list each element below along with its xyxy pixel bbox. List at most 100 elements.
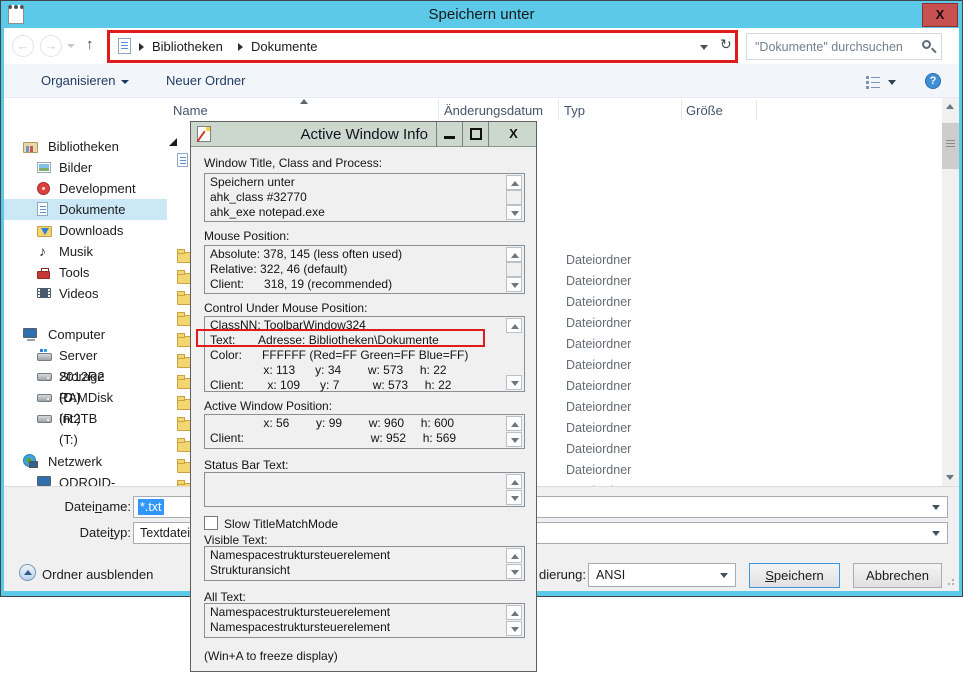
refresh-icon[interactable]: ↻ <box>720 37 732 53</box>
spy-window-box[interactable]: Speichern unter ahk_class #32770 ahk_exe… <box>204 173 525 222</box>
encoding-label: dierung: <box>539 567 586 582</box>
column-separator[interactable] <box>681 100 682 120</box>
label-text: ame: <box>102 499 131 514</box>
breadcrumb-libraries[interactable]: Bibliotheken <box>152 39 223 54</box>
spy-statusbar-box[interactable] <box>204 472 525 507</box>
change-view-icon[interactable] <box>866 76 880 88</box>
spy-visible-text-box[interactable]: Namespacestruktursteuerelement Struktura… <box>204 546 525 581</box>
chevron-down-icon <box>511 211 519 216</box>
sidebar-label: Downloads <box>59 220 123 241</box>
resize-grip-icon[interactable] <box>948 583 950 585</box>
expanded-group-icon[interactable] <box>169 138 177 146</box>
scroll-up-button[interactable] <box>506 416 522 431</box>
breadcrumb-arrow-icon[interactable] <box>139 43 144 51</box>
scroll-down-button[interactable] <box>506 621 522 636</box>
scroll-down-button[interactable] <box>942 469 959 486</box>
checkbox-label[interactable]: Slow TitleMatchMode <box>224 517 338 531</box>
back-button[interactable]: ← <box>12 35 34 57</box>
scroll-up-button[interactable] <box>506 548 522 563</box>
library-doc-icon <box>177 153 188 167</box>
spy-titlebar[interactable]: Active Window Info X <box>191 122 536 147</box>
scroll-up-button[interactable] <box>942 98 959 115</box>
organize-label: Organisieren <box>41 73 115 88</box>
search-icon[interactable] <box>922 40 931 49</box>
column-header-date[interactable]: Änderungsdatum <box>444 103 543 118</box>
filename-value-selected[interactable]: *.txt <box>138 499 164 515</box>
chevron-up-icon <box>511 422 519 427</box>
vertical-scrollbar[interactable] <box>942 98 959 486</box>
spy-section-label: Control Under Mouse Position: <box>204 301 367 315</box>
search-box[interactable]: "Dokumente" durchsuchen <box>746 33 942 60</box>
sidebar-label: Dokumente <box>59 199 125 220</box>
scroll-up-button[interactable] <box>506 474 522 489</box>
encoding-dropdown-icon[interactable] <box>720 573 728 578</box>
scrollbar-track[interactable] <box>506 262 522 277</box>
titlebar[interactable]: Speichern unter X <box>1 1 962 28</box>
spy-control-box[interactable]: ClassNN: ToolbarWindow324 Text: Adresse:… <box>204 316 525 392</box>
view-dropdown-icon[interactable] <box>888 80 896 85</box>
filename-dropdown-icon[interactable] <box>932 505 940 510</box>
scroll-down-button[interactable] <box>506 205 522 220</box>
scroll-down-button[interactable] <box>506 490 522 505</box>
spy-mouse-box[interactable]: Absolute: 378, 145 (less often used) Rel… <box>204 245 525 294</box>
history-dropdown-icon[interactable] <box>67 44 75 48</box>
spy-text-line: x: 56 y: 99 w: 960 h: 600 <box>210 416 454 431</box>
spy-close-button[interactable]: X <box>488 122 538 147</box>
spy-all-text-box[interactable]: Namespacestruktursteuerelement Namespace… <box>204 603 525 638</box>
spy-minimize-button[interactable] <box>436 122 462 147</box>
column-separator[interactable] <box>438 100 439 120</box>
organize-button[interactable]: Organisieren <box>41 73 129 88</box>
scroll-up-button[interactable] <box>506 318 522 333</box>
slow-titlematchmode-checkbox[interactable] <box>204 516 218 530</box>
spy-text-line: Absolute: 378, 145 (less often used) <box>210 247 402 262</box>
scroll-down-button[interactable] <box>506 432 522 447</box>
forward-button[interactable]: → <box>40 35 62 57</box>
chevron-down-icon <box>511 438 519 443</box>
new-folder-button[interactable]: Neuer Ordner <box>166 73 245 88</box>
chevron-down-icon <box>511 627 519 632</box>
spy-maximize-button[interactable] <box>462 122 488 147</box>
scroll-down-button[interactable] <box>506 277 522 292</box>
column-separator[interactable] <box>756 100 757 120</box>
save-button[interactable]: Speichern <box>749 563 840 588</box>
scroll-up-button[interactable] <box>506 247 522 262</box>
file-type-cell: Dateiordner <box>566 400 631 414</box>
file-type-cell: Dateiordner <box>566 253 631 267</box>
spy-section-label: Status Bar Text: <box>204 458 289 472</box>
help-icon[interactable]: ? <box>925 73 941 89</box>
maximize-icon <box>470 128 482 140</box>
spy-text-line: Namespacestruktursteuerelement <box>210 620 390 635</box>
chevron-up-icon <box>946 104 954 109</box>
column-header-type[interactable]: Typ <box>564 103 585 118</box>
spy-winpos-box[interactable]: x: 56 y: 99 w: 960 h: 600 Client: w: 952… <box>204 414 525 449</box>
spy-text-line: ahk_class #32770 <box>210 190 307 205</box>
address-dropdown-icon[interactable] <box>700 45 708 50</box>
column-header-name[interactable]: Name <box>173 103 208 118</box>
disc-icon <box>37 182 50 195</box>
scroll-up-button[interactable] <box>506 175 522 190</box>
breadcrumb-documents[interactable]: Dokumente <box>251 39 317 54</box>
spy-text-line: Namespacestruktursteuerelement <box>210 605 390 620</box>
filetype-dropdown-icon[interactable] <box>932 531 940 536</box>
spy-text-line: Client: w: 952 h: 569 <box>210 431 456 446</box>
address-bar[interactable]: Bibliotheken Dokumente ↻ <box>112 34 736 59</box>
spy-footer-hint: (Win+A to freeze display) <box>204 649 338 663</box>
close-button[interactable]: X <box>922 3 958 27</box>
encoding-select[interactable]: ANSI <box>588 563 736 587</box>
library-icon <box>23 142 38 153</box>
sidebar-item-dokumente-selected[interactable]: Dokumente <box>4 199 167 220</box>
scroll-up-button[interactable] <box>506 605 522 620</box>
scrollbar-track[interactable] <box>506 190 522 205</box>
breadcrumb-arrow-icon[interactable] <box>238 43 243 51</box>
scroll-down-button[interactable] <box>506 375 522 390</box>
hide-folders-icon[interactable] <box>19 564 36 581</box>
hide-folders-label[interactable]: Ordner ausblenden <box>42 567 153 582</box>
column-separator[interactable] <box>558 100 559 120</box>
up-button[interactable]: ↑ <box>86 36 94 53</box>
column-header-size[interactable]: Größe <box>686 103 723 118</box>
downloads-icon <box>37 226 52 237</box>
scrollbar-thumb[interactable] <box>942 123 959 169</box>
cancel-button[interactable]: Abbrechen <box>853 563 942 588</box>
chevron-up-icon <box>511 253 519 258</box>
scroll-down-button[interactable] <box>506 564 522 579</box>
